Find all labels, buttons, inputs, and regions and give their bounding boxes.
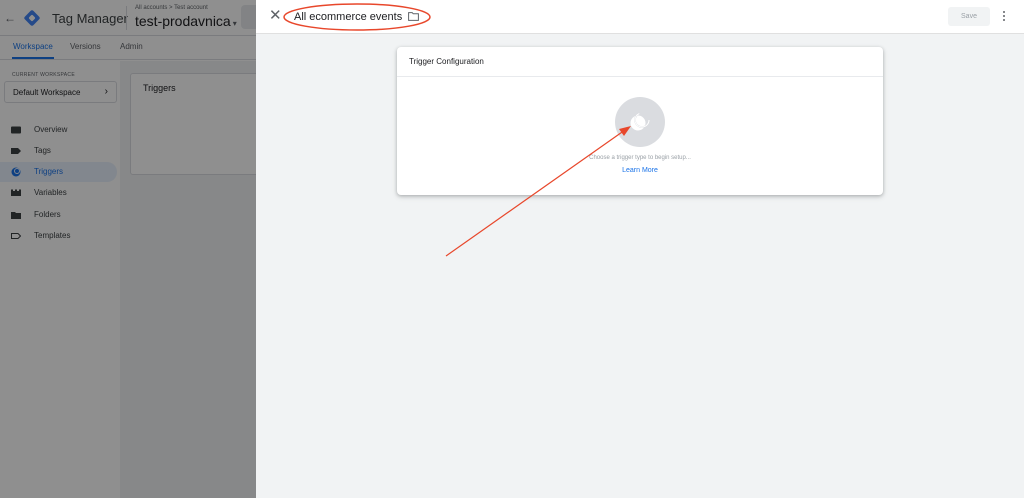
trigger-name-title[interactable]: All ecommerce events	[294, 11, 402, 23]
close-icon[interactable]: ✕	[269, 8, 282, 23]
more-vert-icon[interactable]	[1000, 9, 1008, 23]
save-button[interactable]: Save	[948, 7, 990, 26]
trigger-editor-sheet: ✕ All ecommerce events Save Trigger Conf…	[256, 0, 1024, 498]
trigger-icon	[630, 112, 650, 131]
trigger-configuration-title: Trigger Configuration	[409, 57, 484, 66]
choose-trigger-type-button[interactable]	[615, 97, 665, 147]
trigger-configuration-card[interactable]: Trigger Configuration Choose a trigger t…	[397, 47, 883, 195]
modal-scrim[interactable]	[0, 0, 256, 498]
card-divider	[397, 76, 883, 77]
learn-more-link[interactable]: Learn More	[397, 167, 883, 174]
editor-header: ✕ All ecommerce events Save	[256, 0, 1024, 34]
choose-trigger-hint: Choose a trigger type to begin setup...	[589, 155, 691, 161]
folder-icon[interactable]	[408, 12, 419, 21]
